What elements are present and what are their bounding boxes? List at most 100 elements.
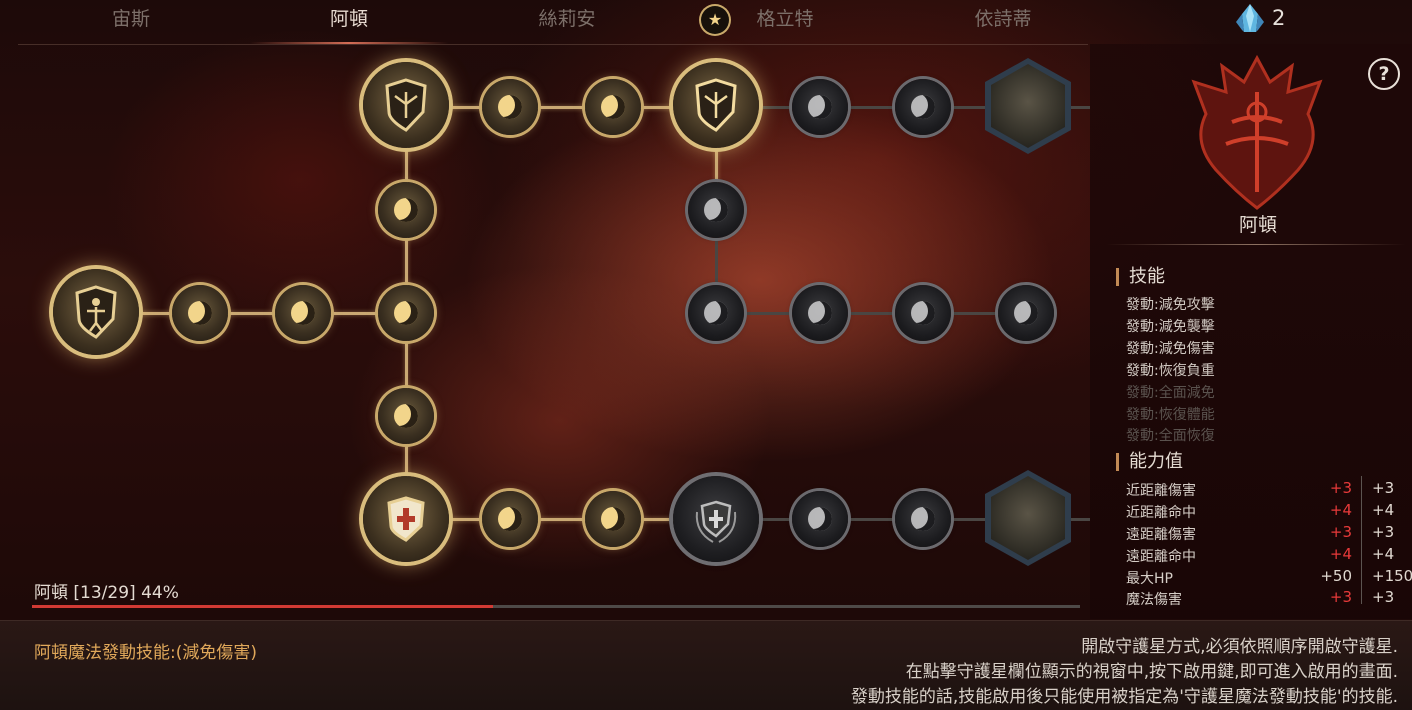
- skills-title: 技能: [1116, 268, 1165, 286]
- star-node[interactable]: [792, 285, 848, 341]
- star-node[interactable]: [275, 285, 331, 341]
- stat-bonus: +4: [1329, 501, 1352, 519]
- moon-icon: [394, 301, 418, 325]
- star-node[interactable]: [482, 491, 538, 547]
- star-node[interactable]: [378, 285, 434, 341]
- moon-icon: [291, 301, 315, 325]
- star-node-wing-shield[interactable]: [363, 62, 449, 148]
- star-node[interactable]: [895, 285, 951, 341]
- stat-total: +3: [1372, 523, 1395, 541]
- stat-name: 近距離命中: [1126, 505, 1196, 521]
- constellation-tab-bar: 宙斯 阿頓 絲莉安 格立特 依詩蒂: [18, 0, 1088, 45]
- moon-icon: [498, 95, 522, 119]
- info-line: 在點擊守護星欄位顯示的視窗中,按下啟用鍵,即可進入啟用的畫面.: [905, 662, 1398, 682]
- tree-link: [715, 144, 718, 184]
- stat-total: +4: [1372, 545, 1395, 563]
- skill-item-locked: 發動:恢復體能: [1126, 407, 1215, 423]
- divider: [1106, 244, 1406, 245]
- stat-bonus: +4: [1329, 545, 1352, 563]
- skill-item: 發動:減免攻擊: [1126, 297, 1215, 313]
- laurel-shield-icon: [991, 64, 1065, 148]
- stat-name: 近距離傷害: [1126, 483, 1196, 499]
- winged-shield-icon: [695, 78, 737, 132]
- aton-emblem-icon: [1191, 54, 1323, 210]
- winged-shield-icon: [385, 78, 427, 132]
- stat-total: +3: [1372, 588, 1395, 606]
- moon-icon: [808, 301, 832, 325]
- star-node[interactable]: [585, 79, 641, 135]
- moon-icon: [911, 301, 935, 325]
- star-node-selected[interactable]: [673, 62, 759, 148]
- star-node[interactable]: [998, 285, 1054, 341]
- constellation-screen: 宙斯 阿頓 絲莉安 格立特 依詩蒂 2 ★ 阿頓 [13/29] 44% ? 阿…: [0, 0, 1412, 710]
- moon-icon: [704, 301, 728, 325]
- moon-icon: [601, 507, 625, 531]
- star-node-laurel-cross[interactable]: [673, 476, 759, 562]
- star-node-hex-bottom[interactable]: [985, 470, 1071, 566]
- laurel-cross-icon: [695, 500, 737, 543]
- moon-icon: [601, 95, 625, 119]
- stat-bonus: +3: [1329, 479, 1352, 497]
- tree-link: [740, 312, 1030, 315]
- star-node[interactable]: [172, 285, 228, 341]
- star-node[interactable]: [378, 182, 434, 238]
- star-node[interactable]: [688, 285, 744, 341]
- star-node-start[interactable]: [53, 269, 139, 355]
- star-node[interactable]: [792, 491, 848, 547]
- stat-name: 魔法傷害: [1126, 592, 1182, 608]
- blue-crystal-icon: [1236, 4, 1264, 32]
- active-skill-text: 阿頓魔法發動技能:(減免傷害): [34, 643, 257, 663]
- stat-name: 遠距離命中: [1126, 549, 1196, 565]
- info-line: 發動技能的話,技能啟用後只能使用被指定為'守護星魔法發動技能'的技能.: [850, 687, 1398, 707]
- star-node[interactable]: [378, 388, 434, 444]
- constellation-tree: [0, 44, 1090, 619]
- moon-icon: [911, 95, 935, 119]
- stat-bonus: +3: [1329, 523, 1352, 541]
- cross-shield-icon: [387, 496, 425, 542]
- tree-progress-label: 阿頓 [13/29] 44%: [34, 583, 179, 603]
- help-button[interactable]: ?: [1368, 58, 1400, 90]
- star-node-cross-shield[interactable]: [363, 476, 449, 562]
- star-node[interactable]: [482, 79, 538, 135]
- skill-item-locked: 發動:全面減免: [1126, 385, 1215, 401]
- moon-icon: [808, 507, 832, 531]
- moon-icon: [394, 404, 418, 428]
- info-line: 開啟守護星方式,必須依照順序開啟守護星.: [1081, 637, 1398, 657]
- shield-figure-icon: [75, 285, 117, 339]
- skill-item-locked: 發動:全面恢復: [1126, 428, 1215, 444]
- moon-icon: [704, 198, 728, 222]
- moon-icon: [394, 198, 418, 222]
- moon-icon: [808, 95, 832, 119]
- divider: [1361, 476, 1362, 604]
- moon-icon: [911, 507, 935, 531]
- star-node[interactable]: [895, 491, 951, 547]
- stat-bonus: +3: [1329, 588, 1352, 606]
- stat-total: +3: [1372, 479, 1395, 497]
- skill-item: 發動:減免傷害: [1126, 341, 1215, 357]
- hero-name: 阿頓: [1238, 214, 1277, 236]
- star-node[interactable]: [792, 79, 848, 135]
- skill-item: 發動:恢復負重: [1126, 363, 1215, 379]
- crystal-count: 2: [1272, 6, 1286, 30]
- tab-aton[interactable]: 阿頓: [240, 4, 458, 44]
- star-node[interactable]: [585, 491, 641, 547]
- tab-silian[interactable]: 絲莉安: [458, 4, 676, 40]
- tab-yishidi[interactable]: 依詩蒂: [894, 4, 1112, 40]
- laurel-cross-shield-icon: [991, 476, 1065, 560]
- stats-title: 能力值: [1116, 453, 1183, 471]
- moon-icon: [188, 301, 212, 325]
- skill-item: 發動:減免襲擊: [1126, 319, 1215, 335]
- stat-total: +4: [1372, 501, 1395, 519]
- tab-zeus[interactable]: 宙斯: [22, 4, 240, 40]
- tree-progress-fill: [32, 605, 494, 608]
- stat-name: 遠距離傷害: [1126, 527, 1196, 543]
- star-icon: ★: [701, 6, 729, 34]
- tree-progress-bar: [32, 605, 1080, 608]
- star-node-hex-top[interactable]: [985, 58, 1071, 154]
- moon-icon: [1014, 301, 1038, 325]
- star-node[interactable]: [895, 79, 951, 135]
- moon-icon: [498, 507, 522, 531]
- star-node[interactable]: [688, 182, 744, 238]
- stat-bonus: +50: [1320, 567, 1352, 585]
- stat-name: 最大HP: [1126, 571, 1173, 587]
